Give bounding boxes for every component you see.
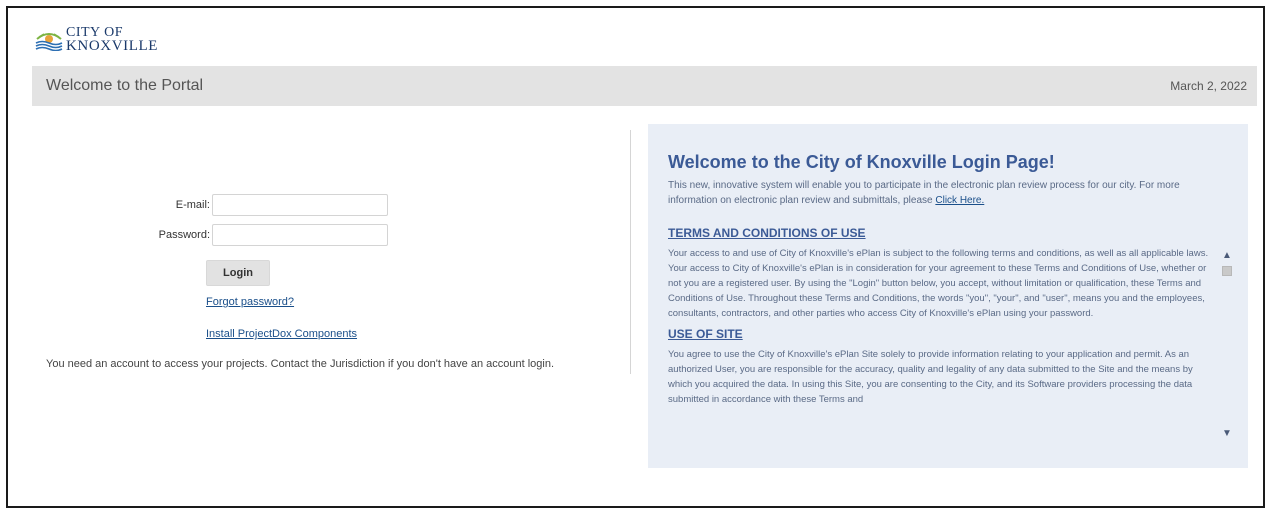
password-row: Password: <box>8 224 388 246</box>
terms-text: Your access to and use of City of Knoxvi… <box>668 248 1209 319</box>
email-row: E-mail: <box>8 194 388 216</box>
city-logo[interactable]: CITY OF KNOXVILLE <box>34 24 158 56</box>
scroll-down-icon[interactable]: ▼ <box>1220 428 1234 440</box>
logo-wordmark: CITY OF KNOXVILLE <box>66 26 159 54</box>
email-label: E-mail: <box>175 199 210 211</box>
page-title: Welcome to the Portal <box>46 77 204 94</box>
install-components-link[interactable]: Install ProjectDox Components <box>206 328 357 340</box>
scroll-up-icon[interactable]: ▲ <box>1220 250 1234 262</box>
intro-text: This new, innovative system will enable … <box>668 180 1180 206</box>
welcome-heading: Welcome to the City of Knoxville Login P… <box>668 152 1055 172</box>
browser-frame: CITY OF KNOXVILLE Welcome to the Portal … <box>6 6 1265 508</box>
login-button[interactable]: Login <box>206 260 270 286</box>
password-input[interactable] <box>212 224 388 246</box>
email-input[interactable] <box>212 194 388 216</box>
terms-heading: TERMS AND CONDITIONS OF USE <box>668 226 866 240</box>
terms-scrollbar[interactable]: ▲ ▼ <box>1220 250 1234 440</box>
forgot-password-link[interactable]: Forgot password? <box>206 296 294 308</box>
scroll-thumb[interactable] <box>1222 266 1232 276</box>
use-of-site-heading: USE OF SITE <box>668 327 743 341</box>
terms-scroll-area[interactable]: TERMS AND CONDITIONS OF USE Your access … <box>668 222 1234 454</box>
terms-content: TERMS AND CONDITIONS OF USE Your access … <box>668 226 1212 407</box>
account-notice: You need an account to access your proje… <box>46 358 555 370</box>
sun-water-logo-icon <box>35 33 63 51</box>
password-label: Password: <box>158 229 210 241</box>
current-date: March 2, 2022 <box>1170 79 1247 93</box>
portal-titlebar: Welcome to the Portal March 2, 2022 <box>32 66 1257 106</box>
welcome-intro: This new, innovative system will enable … <box>668 178 1224 208</box>
logo-line2: KNOXVILLE <box>66 37 159 54</box>
vertical-divider <box>630 130 631 374</box>
use-of-site-text: You agree to use the City of Knoxville's… <box>668 349 1193 405</box>
welcome-panel: Welcome to the City of Knoxville Login P… <box>648 124 1248 468</box>
click-here-link[interactable]: Click Here. <box>935 195 984 206</box>
